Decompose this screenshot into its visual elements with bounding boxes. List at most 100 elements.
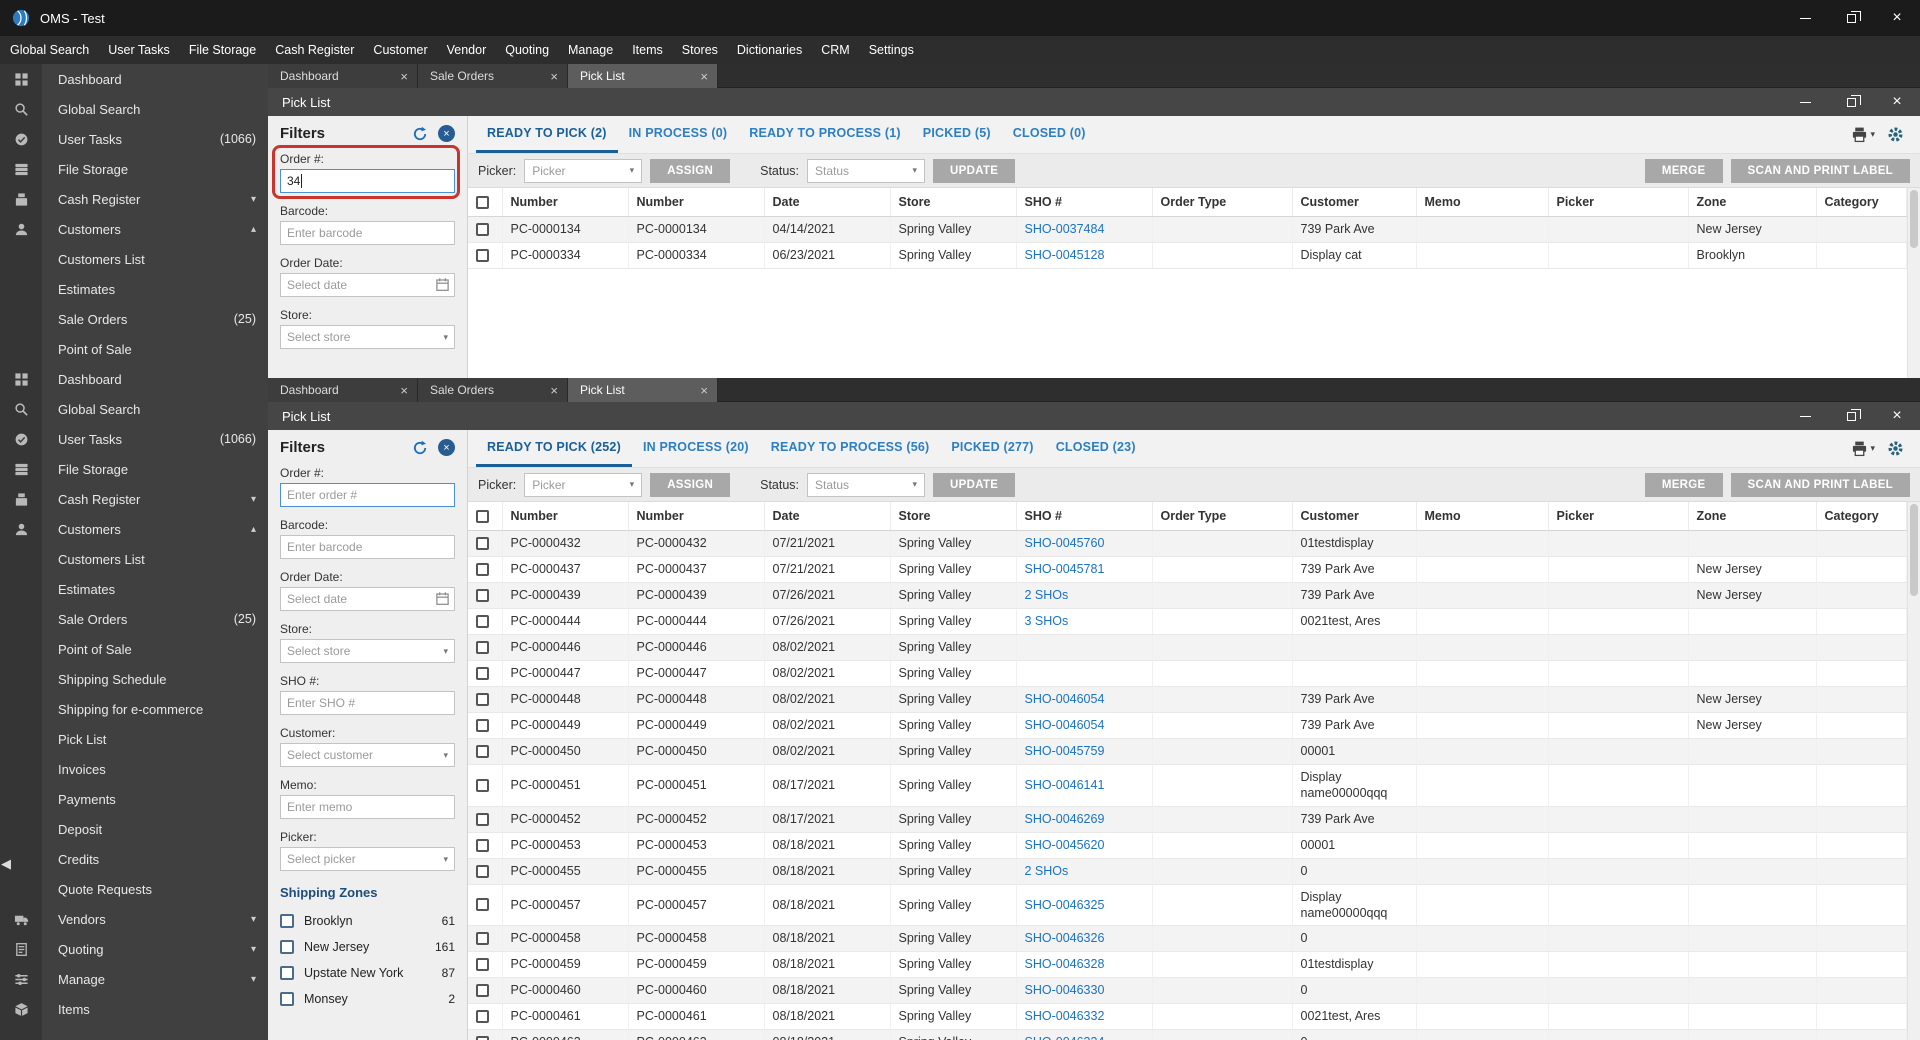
row-checkbox[interactable] [476, 1036, 489, 1040]
zone-checkbox[interactable] [280, 966, 294, 980]
table-row[interactable]: PC-0000459 PC-0000459 08/18/2021 Spring Val… [468, 951, 1907, 978]
zone-checkbox[interactable] [280, 940, 294, 954]
sho-input[interactable] [280, 691, 455, 715]
sho-link[interactable]: SHO-0046054 [1025, 718, 1105, 732]
sho-link[interactable]: SHO-0046332 [1025, 1009, 1105, 1023]
window-close-button[interactable]: × [1874, 88, 1920, 116]
table-row[interactable]: PC-0000455 PC-0000455 08/18/2021 Spring Val… [468, 858, 1907, 885]
sho-link[interactable]: 2 SHOs [1025, 588, 1069, 602]
sidebar-item-pick-list[interactable]: Pick List [0, 724, 268, 754]
window-minimize-button[interactable] [1782, 402, 1828, 430]
scrollbar-thumb[interactable] [1910, 504, 1918, 596]
sidebar-item-deposit[interactable]: Deposit [0, 814, 268, 844]
sidebar-item-vendors[interactable]: Vendors ▾ [0, 904, 268, 934]
table-row[interactable]: PC-0000457 PC-0000457 08/18/2021 Spring Val… [468, 884, 1907, 926]
row-checkbox[interactable] [476, 249, 489, 262]
sidebar-item-customers-list[interactable]: Customers List [0, 544, 268, 574]
sidebar-item-payments[interactable]: Payments [0, 784, 268, 814]
app-restore-button[interactable] [1828, 0, 1874, 36]
settings-gear-icon[interactable] [1887, 126, 1904, 143]
window-minimize-button[interactable] [1782, 88, 1828, 116]
calendar-icon[interactable] [435, 591, 450, 611]
sho-link[interactable]: SHO-0046325 [1025, 898, 1105, 912]
sidebar-item-global-search[interactable]: Global Search [0, 94, 268, 124]
print-button[interactable]: ▾ [1851, 126, 1875, 143]
shipping-zone-brooklyn[interactable]: Brooklyn 61 [280, 908, 455, 934]
shipping-zone-upstate-new-york[interactable]: Upstate New York 87 [280, 960, 455, 986]
sidebar-item-items[interactable]: Items [0, 994, 268, 1024]
table-row[interactable]: PC-0000458 PC-0000458 08/18/2021 Spring Val… [468, 925, 1907, 952]
order-input[interactable] [280, 169, 455, 193]
select-all-checkbox[interactable] [476, 509, 489, 523]
doc-tab-pick-list[interactable]: Pick List × [568, 378, 718, 402]
column-header-zone[interactable]: Zone [1688, 502, 1817, 531]
sidebar-item-point-of-sale[interactable]: Point of Sale [0, 334, 268, 364]
status-tab-closed-23[interactable]: CLOSED (23) [1045, 430, 1147, 467]
column-header-sho[interactable]: SHO # [1016, 502, 1153, 531]
column-header-store[interactable]: Store [890, 502, 1017, 531]
status-tab-picked-5[interactable]: PICKED (5) [912, 116, 1002, 153]
column-header-date[interactable]: Date [764, 502, 891, 531]
column-header-customer[interactable]: Customer [1292, 502, 1417, 531]
column-header-date[interactable]: Date [764, 188, 891, 217]
scrollbar-thumb[interactable] [1910, 190, 1918, 248]
window-restore-button[interactable] [1828, 88, 1874, 116]
row-checkbox[interactable] [476, 1010, 489, 1023]
tab-close-icon[interactable]: × [400, 69, 408, 84]
close-filters-icon[interactable]: × [438, 125, 455, 142]
column-header-category[interactable]: Category [1816, 502, 1907, 531]
memo-input[interactable] [280, 795, 455, 819]
column-header-number[interactable]: Number [628, 502, 765, 531]
doc-tab-sale-orders[interactable]: Sale Orders × [418, 378, 568, 402]
merge-button[interactable]: MERGE [1644, 472, 1723, 497]
settings-gear-icon[interactable] [1887, 440, 1904, 457]
scan-and-print-label-button[interactable]: SCAN AND PRINT LABEL [1730, 472, 1910, 497]
doc-tab-dashboard[interactable]: Dashboard × [268, 378, 418, 402]
row-checkbox[interactable] [476, 864, 489, 878]
row-checkbox[interactable] [476, 838, 489, 852]
table-row[interactable]: PC-0000452 PC-0000452 08/17/2021 Spring Val… [468, 806, 1907, 833]
sho-link[interactable]: SHO-0046330 [1025, 983, 1105, 997]
table-row[interactable]: PC-0000439 PC-0000439 07/26/2021 Spring Val… [468, 582, 1907, 609]
status-tab-ready-to-process-1[interactable]: READY TO PROCESS (1) [738, 116, 912, 153]
table-row[interactable]: PC-0000450 PC-0000450 08/02/2021 Spring Val… [468, 738, 1907, 765]
sho-link[interactable]: SHO-0045759 [1025, 744, 1105, 758]
column-header-zone[interactable]: Zone [1688, 188, 1817, 217]
sidebar-item-user-tasks[interactable]: User Tasks (1066) [0, 424, 268, 454]
sho-link[interactable]: SHO-0046141 [1025, 778, 1105, 792]
tab-close-icon[interactable]: × [700, 383, 708, 398]
menu-user-tasks[interactable]: User Tasks [108, 43, 170, 57]
row-checkbox[interactable] [476, 641, 489, 654]
sidebar-item-quoting[interactable]: Quoting ▾ [0, 934, 268, 964]
sidebar-item-sale-orders[interactable]: Sale Orders (25) [0, 604, 268, 634]
window-close-button[interactable]: × [1874, 402, 1920, 430]
table-row[interactable]: PC-0000461 PC-0000461 08/18/2021 Spring Val… [468, 1003, 1907, 1030]
row-checkbox[interactable] [476, 563, 489, 576]
barcode-input[interactable] [280, 221, 455, 245]
vertical-scrollbar[interactable] [1907, 188, 1920, 378]
sho-link[interactable]: SHO-0046054 [1025, 692, 1105, 706]
store-select[interactable]: Select store ▾ [280, 639, 455, 663]
picker-select[interactable]: Select picker ▾ [280, 847, 455, 871]
sho-link[interactable]: SHO-0046334 [1025, 1035, 1105, 1040]
column-header-store[interactable]: Store [890, 188, 1017, 217]
menu-stores[interactable]: Stores [682, 43, 718, 57]
zone-checkbox[interactable] [280, 992, 294, 1006]
row-checkbox[interactable] [476, 223, 489, 236]
sidebar-item-global-search[interactable]: Global Search [0, 394, 268, 424]
status-tab-ready-to-pick-2[interactable]: READY TO PICK (2) [476, 116, 618, 153]
status-tab-ready-to-process-56[interactable]: READY TO PROCESS (56) [760, 430, 941, 467]
sidebar-item-shipping-schedule[interactable]: Shipping Schedule [0, 664, 268, 694]
menu-manage[interactable]: Manage [568, 43, 613, 57]
menu-crm[interactable]: CRM [821, 43, 849, 57]
sho-link[interactable]: SHO-0045760 [1025, 536, 1105, 550]
sho-link[interactable]: 3 SHOs [1025, 614, 1069, 628]
sidebar-item-customers[interactable]: Customers ▴ [0, 214, 268, 244]
status-dropdown[interactable]: Status ▾ [807, 472, 926, 497]
sho-link[interactable]: SHO-0045620 [1025, 838, 1105, 852]
row-checkbox[interactable] [476, 615, 489, 628]
sidebar-item-point-of-sale[interactable]: Point of Sale [0, 634, 268, 664]
column-header-memo[interactable]: Memo [1416, 502, 1549, 531]
sho-link[interactable]: SHO-0046326 [1025, 931, 1105, 945]
sidebar-item-dashboard[interactable]: Dashboard [0, 64, 268, 94]
